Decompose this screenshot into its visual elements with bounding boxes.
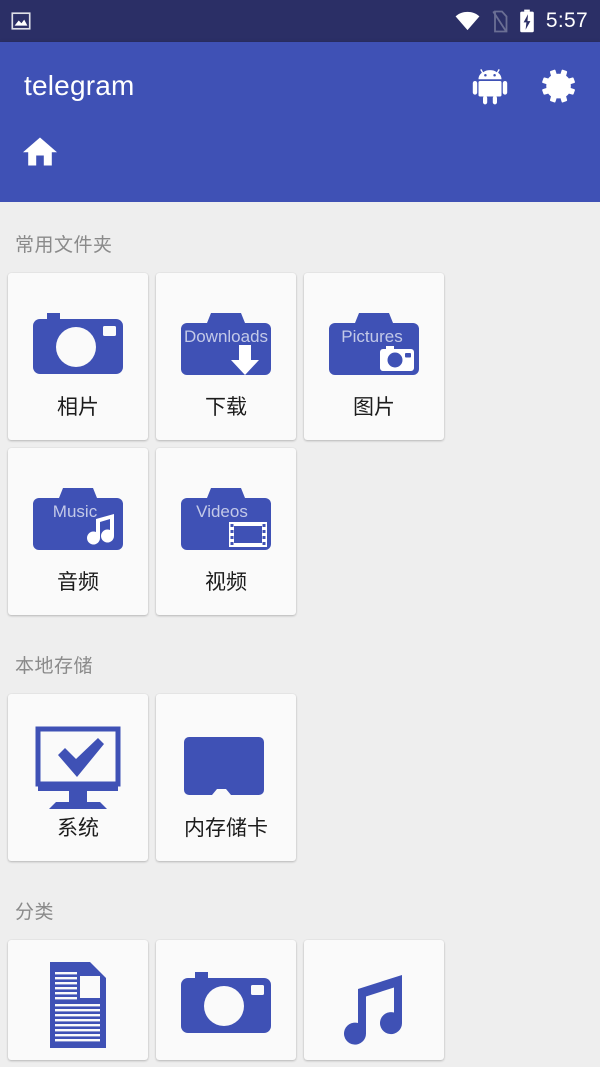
folder-download-icon: Downloads: [161, 295, 291, 395]
breadcrumb: [0, 130, 600, 202]
toolbar-actions: [472, 66, 578, 106]
no-sim-icon: [491, 10, 508, 33]
music-note-icon: [309, 958, 439, 1050]
folder-card-downloads[interactable]: Downloads 下载: [156, 273, 296, 440]
camera-icon: [161, 958, 291, 1050]
app-title: telegram: [24, 70, 135, 101]
folder-card-pictures[interactable]: Pictures 图片: [304, 273, 444, 440]
category-card-images[interactable]: [156, 940, 296, 1060]
camera-icon: [13, 295, 143, 395]
folder-card-label: 相片: [57, 396, 99, 419]
android-robot-icon[interactable]: [472, 67, 508, 105]
folder-music-icon: Music: [13, 470, 143, 570]
section-title-common-folders: 常用文件夹: [15, 235, 113, 256]
folder-name-text: Downloads: [184, 327, 268, 346]
folder-card-label: 图片: [353, 396, 395, 419]
section-title-local-storage: 本地存储: [15, 656, 94, 677]
monitor-check-icon: [13, 716, 143, 816]
folder-card-photos[interactable]: 相片: [8, 273, 148, 440]
category-card-audio[interactable]: [304, 940, 444, 1060]
content-scroll-area[interactable]: 常用文件夹 相片 Downloads 下载 Pictures 图片 Music …: [0, 202, 600, 1067]
image-icon: [10, 10, 32, 32]
status-bar: 5:57: [0, 0, 600, 42]
folder-videos-icon: Videos: [161, 470, 291, 570]
category-card-documents[interactable]: [8, 940, 148, 1060]
grid-categories: [0, 940, 600, 1067]
grid-local-storage: 系统 内存储卡: [0, 694, 600, 869]
sdcard-icon: [161, 716, 291, 816]
folder-name-text: Music: [53, 502, 98, 521]
battery-charging-icon: [519, 9, 535, 33]
wifi-icon: [455, 11, 480, 32]
status-bar-clock: 5:57: [545, 9, 588, 32]
folder-card-music[interactable]: Music 音频: [8, 448, 148, 615]
storage-card-system[interactable]: 系统: [8, 694, 148, 861]
folder-card-label: 音频: [57, 571, 99, 594]
storage-card-label: 内存储卡: [184, 817, 268, 840]
storage-card-sdcard[interactable]: 内存储卡: [156, 694, 296, 861]
document-icon: [13, 958, 143, 1050]
folder-card-label: 视频: [205, 571, 247, 594]
folder-name-text: Videos: [196, 502, 248, 521]
storage-card-label: 系统: [57, 817, 99, 840]
app-toolbar: telegram: [0, 42, 600, 202]
toolbar-top-row: telegram: [0, 42, 600, 130]
folder-name-text: Pictures: [341, 327, 402, 346]
folder-card-videos[interactable]: Videos 视频: [156, 448, 296, 615]
grid-common-folders: 相片 Downloads 下载 Pictures 图片 Music 音频 Vid…: [0, 273, 600, 623]
folder-pictures-icon: Pictures: [309, 295, 439, 395]
status-bar-notifications: [10, 10, 32, 32]
folder-card-label: 下载: [205, 396, 247, 419]
section-title-categories: 分类: [15, 902, 55, 923]
home-icon[interactable]: [22, 134, 58, 168]
gear-icon[interactable]: [538, 66, 578, 106]
status-bar-system-icons: 5:57: [455, 9, 588, 33]
